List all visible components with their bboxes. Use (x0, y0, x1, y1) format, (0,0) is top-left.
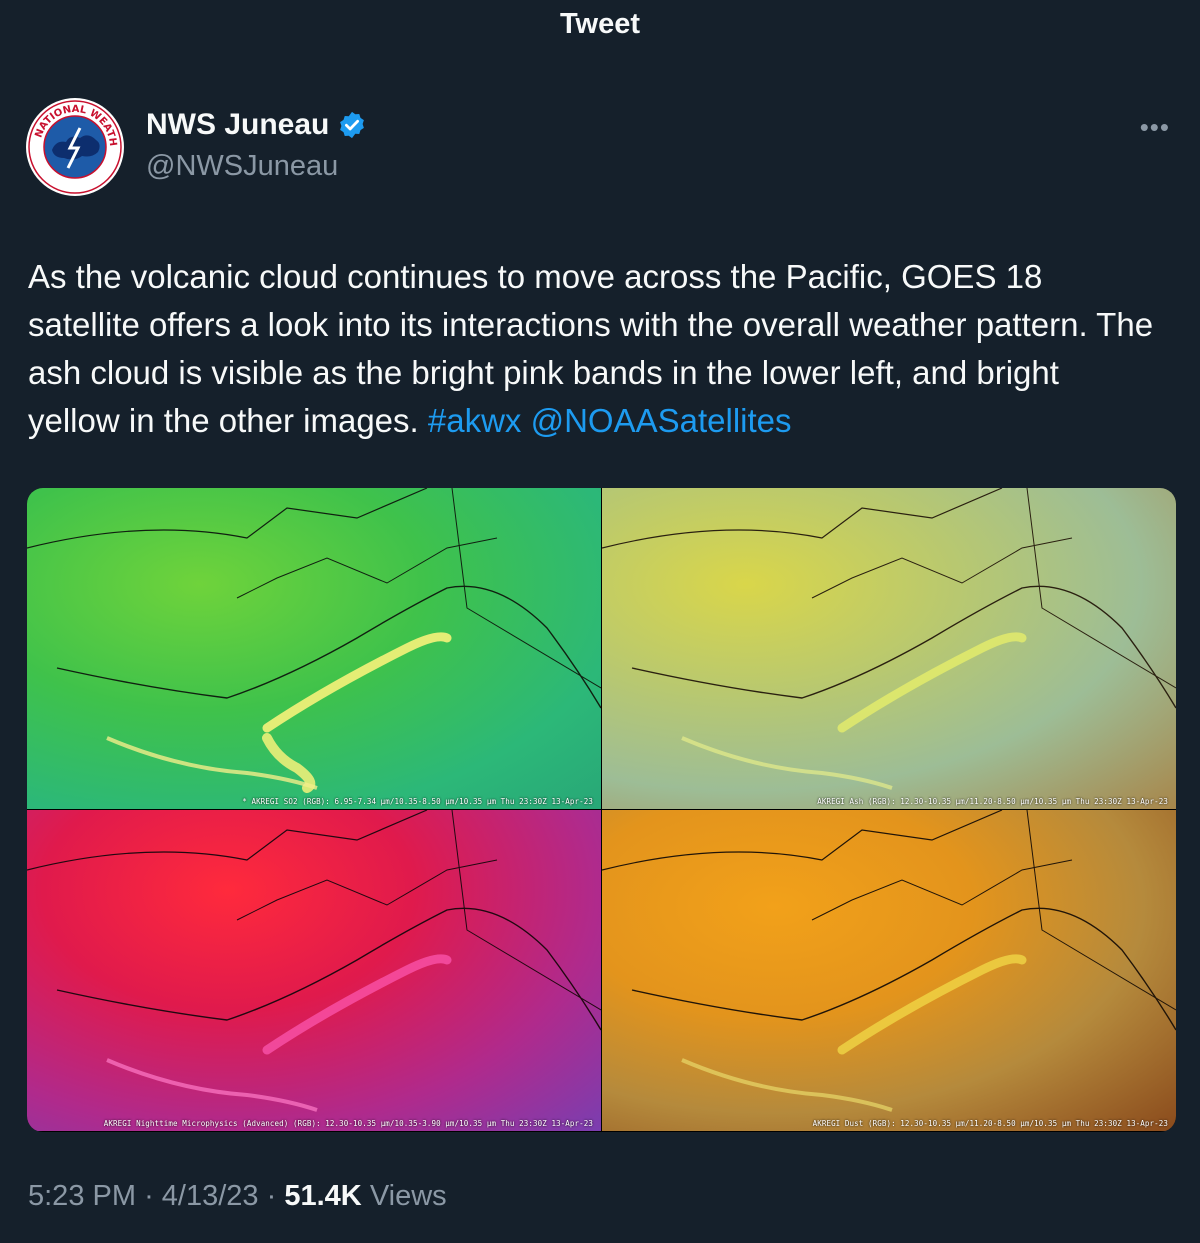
nws-logo-icon: NATIONAL WEATHER SERVICE (26, 98, 123, 195)
panel-caption-so2: * AKREGI SO2 (RGB): 6.95-7.34 µm/10.35-8… (242, 797, 593, 806)
satellite-map-nighttime-microphysics (27, 810, 601, 1112)
satellite-map-ash (602, 488, 1176, 790)
satellite-map-dust (602, 810, 1176, 1112)
more-options-button[interactable]: ••• (1140, 112, 1170, 143)
meta-separator: · (144, 1180, 154, 1212)
tweet-date[interactable]: 4/13/23 (162, 1180, 259, 1212)
tweet-text: As the volcanic cloud continues to move … (28, 253, 1158, 445)
tweet-meta: 5:23 PM · 4/13/23 · 51.4K Views (28, 1180, 447, 1213)
tweet-media-grid[interactable]: * AKREGI SO2 (RGB): 6.95-7.34 µm/10.35-8… (27, 488, 1176, 1132)
satellite-image-nighttime-microphysics[interactable]: AKREGI Nighttime Microphysics (Advanced)… (27, 810, 601, 1131)
author-name-row[interactable]: NWS Juneau (146, 108, 367, 142)
page-title: Tweet (559, 8, 641, 40)
mention-link[interactable]: @NOAASatellites (531, 402, 792, 439)
views-label[interactable]: Views (370, 1180, 447, 1212)
hashtag-link[interactable]: #akwx (428, 402, 522, 439)
views-count[interactable]: 51.4K (284, 1180, 361, 1212)
panel-caption-nighttime-microphysics: AKREGI Nighttime Microphysics (Advanced)… (103, 1119, 593, 1128)
more-horizontal-icon: ••• (1139, 112, 1170, 142)
verified-badge-icon (340, 111, 365, 139)
panel-caption-ash: AKREGI Ash (RGB): 12.30-10.35 µm/11.20-8… (817, 797, 1168, 806)
tweet-page: Tweet NATIONAL WEATHER SERVICE NWS Junea… (0, 0, 1200, 1243)
panel-caption-dust: AKREGI Dust (RGB): 12.30-10.35 µm/11.20-… (812, 1119, 1168, 1128)
satellite-image-so2[interactable]: * AKREGI SO2 (RGB): 6.95-7.34 µm/10.35-8… (27, 488, 601, 809)
satellite-image-dust[interactable]: AKREGI Dust (RGB): 12.30-10.35 µm/11.20-… (602, 810, 1176, 1131)
author-handle[interactable]: @NWSJuneau (146, 150, 338, 183)
satellite-image-ash[interactable]: AKREGI Ash (RGB): 12.30-10.35 µm/11.20-8… (602, 488, 1176, 809)
tweet-time[interactable]: 5:23 PM (28, 1180, 136, 1212)
satellite-map-so2 (27, 488, 601, 793)
meta-separator: · (266, 1180, 277, 1212)
author-avatar[interactable]: NATIONAL WEATHER SERVICE (26, 98, 124, 196)
author-name[interactable]: NWS Juneau (146, 108, 329, 142)
